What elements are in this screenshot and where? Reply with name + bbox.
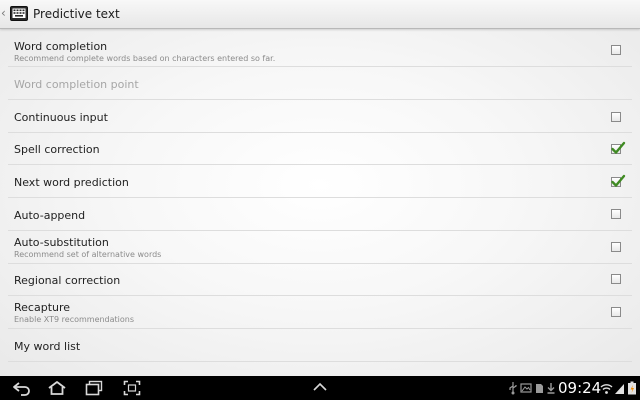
setting-title: Auto-substitution [14, 236, 109, 249]
setting-title: Spell correction [14, 143, 100, 156]
download-icon [547, 383, 555, 394]
settings-list: Word completion Recommend complete words… [0, 29, 640, 376]
chevron-up-icon[interactable] [311, 381, 329, 393]
sd-card-icon [536, 384, 543, 393]
checkbox-auto-append[interactable] [611, 209, 621, 219]
setting-title: Word completion [14, 40, 108, 53]
setting-word-completion-point: Word completion point [0, 67, 640, 100]
screenshot-icon[interactable] [123, 380, 141, 396]
signal-icon [615, 384, 624, 394]
setting-subtitle: Recommend complete words based on charac… [14, 54, 276, 63]
checkbox-next-word-prediction[interactable] [611, 174, 626, 187]
battery-icon [628, 381, 636, 395]
setting-regional-correction[interactable]: Regional correction [0, 264, 640, 296]
back-icon[interactable] [12, 380, 32, 396]
setting-word-completion[interactable]: Word completion Recommend complete words… [0, 29, 640, 67]
setting-title: Next word prediction [14, 176, 129, 189]
setting-title: Regional correction [14, 274, 121, 287]
chevron-left-icon[interactable]: ‹ [1, 6, 9, 20]
setting-title: Recapture [14, 301, 71, 314]
checkbox-recapture[interactable] [611, 307, 621, 317]
home-icon[interactable] [47, 380, 67, 396]
setting-title: Word completion point [14, 78, 139, 91]
setting-title: Auto-append [14, 209, 86, 222]
setting-next-word-prediction[interactable]: Next word prediction [0, 165, 640, 198]
checkbox-regional-correction[interactable] [611, 274, 621, 284]
page-title: Predictive text [33, 7, 120, 21]
checkbox-auto-substitution[interactable] [611, 242, 621, 252]
wifi-icon [600, 384, 613, 394]
action-bar: ‹ Predictive text [0, 0, 640, 29]
setting-recapture[interactable]: Recapture Enable XT9 recommendations [0, 296, 640, 329]
status-clock: 09:24 [558, 379, 602, 397]
recent-apps-icon[interactable] [85, 380, 103, 396]
check-mark-icon [611, 174, 626, 187]
setting-subtitle: Recommend set of alternative words [14, 250, 162, 259]
divider [8, 361, 632, 362]
setting-auto-substitution[interactable]: Auto-substitution Recommend set of alter… [0, 231, 640, 264]
usb-icon [509, 382, 517, 395]
setting-title: Continuous input [14, 111, 108, 124]
setting-title: My word list [14, 340, 81, 353]
checkbox-spell-correction[interactable] [611, 141, 626, 154]
setting-spell-correction[interactable]: Spell correction [0, 133, 640, 165]
setting-my-word-list[interactable]: My word list [0, 329, 640, 362]
checkbox-word-completion[interactable] [611, 45, 621, 55]
keyboard-icon[interactable] [10, 6, 28, 21]
system-navigation-bar: 09:24 [0, 376, 640, 400]
image-icon [520, 383, 532, 393]
setting-subtitle: Enable XT9 recommendations [14, 315, 135, 324]
setting-auto-append[interactable]: Auto-append [0, 198, 640, 231]
check-mark-icon [611, 141, 626, 154]
setting-continuous-input[interactable]: Continuous input [0, 100, 640, 133]
checkbox-continuous-input[interactable] [611, 112, 621, 122]
